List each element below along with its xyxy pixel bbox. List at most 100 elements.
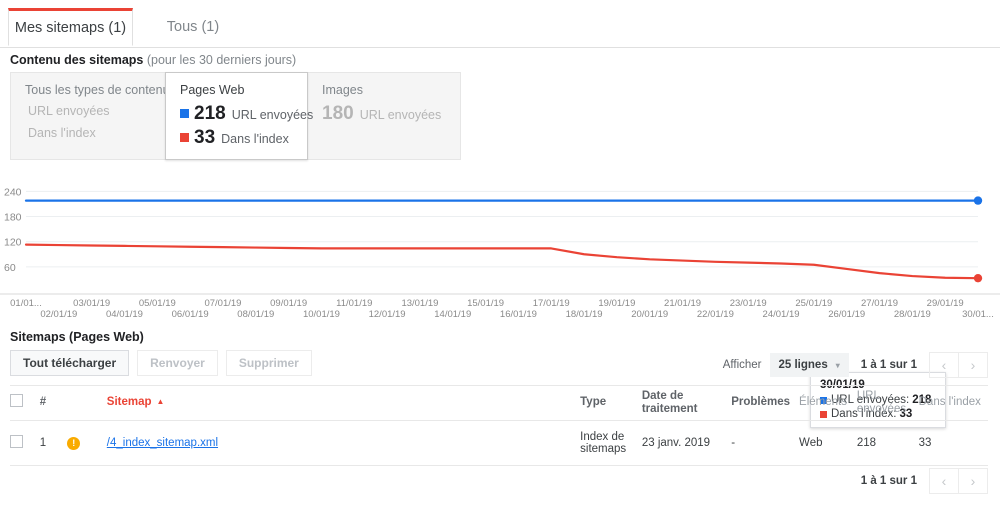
header-sitemap[interactable]: Sitemap ▲ [106, 385, 581, 421]
row-dans-index: 33 [918, 420, 988, 466]
select-all-checkbox[interactable] [10, 394, 23, 408]
svg-text:08/01/19: 08/01/19 [237, 309, 274, 320]
header-sitemap-label: Sitemap [106, 396, 152, 409]
tab-bar: Mes sitemaps (1) Tous (1) [0, 0, 1000, 48]
sitemap-content-chart[interactable]: 60 120 180 240 01/01... 02/01/19 03/01/19 04/01… [0, 170, 1000, 428]
header-dans-index: Dans l'index [918, 385, 988, 421]
svg-text:16/01/19: 16/01/19 [500, 309, 537, 320]
svg-text:21/01/19: 21/01/19 [664, 298, 701, 309]
card-tous-types-line2: Dans l'index [28, 126, 96, 140]
prev-page-icon-bottom[interactable]: ‹ [930, 469, 958, 493]
header-date-traitement: Date de traitement [641, 385, 732, 421]
svg-text:11/01/19: 11/01/19 [336, 298, 372, 309]
sitemaps-page: Mes sitemaps (1) Tous (1) Contenu des si… [0, 0, 1000, 516]
svg-text:27/01/19: 27/01/19 [861, 298, 898, 309]
header-date-line1: Date de [641, 389, 684, 402]
card-images-url-label: URL envoyées [359, 108, 442, 122]
svg-text:01/01...: 01/01... [10, 298, 42, 309]
header-num: # [39, 385, 68, 421]
svg-text:07/01/19: 07/01/19 [204, 298, 241, 309]
svg-text:06/01/19: 06/01/19 [172, 309, 209, 320]
tab-tous-label: Tous (1) [166, 19, 220, 35]
pager-range-top: 1 à 1 sur 1 [860, 359, 917, 371]
svg-text:29/01/19: 29/01/19 [927, 298, 964, 309]
svg-text:15/01/19: 15/01/19 [467, 298, 504, 309]
tab-tous[interactable]: Tous (1) [133, 8, 253, 46]
svg-text:180: 180 [4, 212, 22, 224]
card-images[interactable]: Images 180 URL envoyées [308, 72, 461, 160]
sitemap-link[interactable]: /4_index_sitemap.xml [107, 437, 218, 449]
header-url-envoyees: URL envoyées [856, 385, 919, 421]
chart-svg: 60 120 180 240 01/01...02/01/1903/01/1904/01… [0, 186, 1000, 320]
row-type: Index de sitemaps [580, 420, 642, 466]
table-section-title: Sitemaps (Pages Web) [10, 330, 144, 344]
svg-text:02/01/19: 02/01/19 [40, 309, 77, 320]
next-page-icon[interactable]: › [958, 353, 987, 377]
card-pages-web-metric-url: 218 URL envoyées [180, 104, 313, 123]
rows-per-page-value: 25 lignes [778, 359, 828, 371]
pager-nav-top: ‹ › [929, 352, 988, 378]
table-pager-bottom: 1 à 1 sur 1 ‹ › [849, 468, 988, 494]
card-tous-types[interactable]: Tous les types de contenu URL envoyées D… [10, 72, 170, 160]
afficher-label: Afficher [722, 359, 762, 371]
svg-text:05/01/19: 05/01/19 [139, 298, 176, 309]
svg-text:60: 60 [4, 262, 16, 274]
next-page-icon-bottom[interactable]: › [958, 469, 987, 493]
svg-text:22/01/19: 22/01/19 [697, 309, 734, 320]
svg-text:13/01/19: 13/01/19 [401, 298, 438, 309]
svg-text:10/01/19: 10/01/19 [303, 309, 340, 320]
table-head: # Sitemap ▲ Type Date de traitement Probl… [10, 385, 988, 421]
sitemaps-table: # Sitemap ▲ Type Date de traitement Probl… [10, 385, 988, 466]
row-num: 1 [39, 420, 68, 466]
row-sitemap-cell: /4_index_sitemap.xml [106, 420, 581, 466]
row-type-line1: Index de [580, 431, 625, 443]
table-row[interactable]: 1 ! /4_index_sitemap.xml Index de sitema… [10, 420, 988, 466]
table-body: 1 ! /4_index_sitemap.xml Index de sitema… [10, 420, 988, 466]
svg-text:26/01/19: 26/01/19 [828, 309, 865, 320]
svg-text:24/01/19: 24/01/19 [763, 309, 800, 320]
card-images-title: Images [322, 83, 363, 97]
header-type: Type [580, 385, 642, 421]
legend-swatch-blue-icon [180, 109, 189, 118]
row-warning-cell: ! [67, 420, 107, 466]
card-pages-web-index-value: 33 [194, 127, 216, 148]
table-pager-top: Afficher 25 lignes ▾ 1 à 1 sur 1 ‹ › [723, 352, 988, 378]
svg-text:17/01/19: 17/01/19 [533, 298, 570, 309]
card-pages-web[interactable]: Pages Web 218 URL envoyées 33 Dans l'ind… [165, 72, 313, 160]
header-date-line2: traitement [641, 403, 698, 415]
tab-mes-sitemaps-label: Mes sitemaps (1) [14, 20, 127, 36]
svg-text:240: 240 [4, 186, 22, 198]
rows-per-page-select[interactable]: 25 lignes ▾ [769, 353, 849, 377]
svg-text:14/01/19: 14/01/19 [434, 309, 471, 320]
header-warning [67, 385, 107, 421]
supprimer-button[interactable]: Supprimer [225, 350, 312, 376]
row-checkbox[interactable] [10, 435, 23, 448]
card-tous-types-title: Tous les types de contenu [25, 83, 170, 97]
sort-ascending-icon: ▲ [156, 397, 165, 407]
table-header-row: # Sitemap ▲ Type Date de traitement Probl… [10, 385, 988, 421]
card-pages-web-index-label: Dans l'index [221, 132, 289, 146]
svg-text:19/01/19: 19/01/19 [598, 298, 635, 309]
legend-swatch-red-icon [180, 133, 189, 142]
row-url-envoyees: 218 [856, 420, 919, 466]
card-images-url-value: 180 [322, 103, 354, 124]
section-title-main: Contenu des sitemaps [10, 53, 144, 67]
tout-telecharger-button[interactable]: Tout télécharger [10, 350, 130, 376]
svg-text:03/01/19: 03/01/19 [73, 298, 110, 309]
card-pages-web-title: Pages Web [180, 83, 245, 97]
svg-text:28/01/19: 28/01/19 [894, 309, 931, 320]
renvoyer-button[interactable]: Renvoyer [137, 350, 218, 376]
header-problemes: Problèmes [731, 385, 800, 421]
card-images-metric-url: 180 URL envoyées [322, 104, 446, 123]
svg-text:30/01...: 30/01... [962, 309, 994, 320]
svg-text:23/01/19: 23/01/19 [730, 298, 767, 309]
prev-page-icon[interactable]: ‹ [930, 353, 958, 377]
svg-text:20/01/19: 20/01/19 [631, 309, 668, 320]
row-elements: Web [799, 420, 857, 466]
header-url-line1: URL [856, 389, 880, 402]
section-title-note: (pour les 30 derniers jours) [143, 53, 297, 67]
card-pages-web-metric-index: 33 Dans l'index [180, 128, 293, 147]
card-tous-types-line1: URL envoyées [28, 104, 110, 118]
tab-mes-sitemaps[interactable]: Mes sitemaps (1) [8, 8, 133, 46]
svg-text:120: 120 [4, 237, 22, 249]
